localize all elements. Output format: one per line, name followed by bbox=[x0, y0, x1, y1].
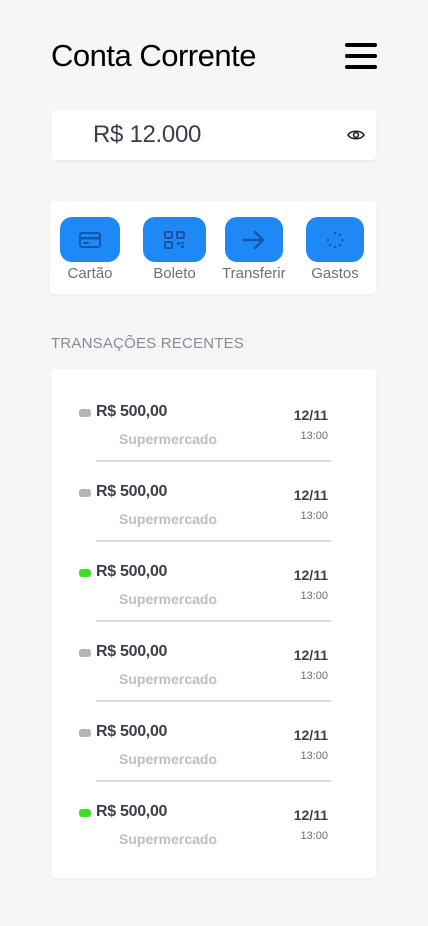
balance-card: R$ 12.000 bbox=[51, 110, 376, 160]
action-transferir[interactable]: Transferir bbox=[222, 217, 286, 282]
transaction-amount: R$ 500,00 bbox=[96, 723, 168, 740]
section-title-recent-transactions: TRANSAÇÕES RECENTES bbox=[51, 335, 244, 352]
transaction-time: 13:00 bbox=[300, 510, 328, 522]
status-indicator bbox=[79, 729, 91, 737]
transaction-time: 13:00 bbox=[300, 670, 328, 682]
status-indicator bbox=[79, 569, 91, 577]
transaction-merchant: Supermercado bbox=[119, 591, 218, 607]
transaction-amount: R$ 500,00 bbox=[96, 643, 168, 660]
action-boleto[interactable]: Boleto bbox=[143, 217, 206, 282]
transaction-amount: R$ 500,00 bbox=[96, 803, 168, 820]
transaction-row[interactable]: R$ 500,00 Supermercado 12/11 13:00 bbox=[78, 369, 331, 462]
transaction-time: 13:00 bbox=[300, 590, 328, 602]
transaction-time: 13:00 bbox=[300, 430, 328, 442]
arrow-right-icon[interactable] bbox=[224, 217, 283, 262]
transaction-merchant: Supermercado bbox=[119, 831, 218, 847]
status-indicator bbox=[79, 809, 91, 817]
transaction-row[interactable]: R$ 500,00 Supermercado 12/11 13:00 bbox=[78, 609, 331, 702]
transaction-amount: R$ 500,00 bbox=[96, 563, 168, 580]
transaction-date: 12/11 bbox=[293, 407, 328, 423]
transaction-merchant: Supermercado bbox=[119, 511, 218, 527]
transaction-merchant: Supermercado bbox=[119, 671, 218, 687]
action-cartao[interactable]: Cartão bbox=[60, 217, 120, 282]
balance-value: R$ 12.000 bbox=[93, 121, 202, 148]
transaction-row[interactable]: R$ 500,00 Supermercado 12/11 13:00 bbox=[78, 529, 331, 622]
status-indicator bbox=[79, 409, 91, 417]
status-indicator bbox=[79, 649, 91, 657]
header: Conta Corrente bbox=[51, 34, 377, 78]
action-gastos[interactable]: Gastos bbox=[306, 217, 364, 282]
transaction-amount: R$ 500,00 bbox=[96, 483, 168, 500]
status-indicator bbox=[79, 489, 91, 497]
transaction-time: 13:00 bbox=[300, 830, 328, 842]
transaction-row[interactable]: R$ 500,00 Supermercado 12/11 13:00 bbox=[78, 449, 331, 542]
transaction-row[interactable]: R$ 500,00 Supermercado 12/11 13:00 bbox=[78, 689, 331, 782]
action-label: Boleto bbox=[153, 265, 196, 282]
quick-actions: Cartão Boleto Transferir Gastos bbox=[50, 201, 376, 294]
transaction-date: 12/11 bbox=[293, 807, 328, 823]
eye-icon[interactable] bbox=[346, 125, 366, 145]
transactions-list: R$ 500,00 Supermercado 12/11 13:00 R$ 50… bbox=[51, 369, 376, 878]
transaction-date: 12/11 bbox=[293, 647, 328, 663]
loading-spinner-icon[interactable] bbox=[306, 217, 364, 262]
action-label: Gastos bbox=[311, 265, 359, 282]
page-title: Conta Corrente bbox=[51, 38, 256, 73]
qr-code-icon[interactable] bbox=[143, 217, 206, 262]
hamburger-menu-icon[interactable] bbox=[345, 40, 377, 72]
transaction-time: 13:00 bbox=[300, 750, 328, 762]
transaction-date: 12/11 bbox=[293, 727, 328, 743]
transaction-merchant: Supermercado bbox=[119, 431, 218, 447]
transaction-row[interactable]: R$ 500,00 Supermercado 12/11 13:00 bbox=[78, 769, 331, 849]
card-icon[interactable] bbox=[60, 217, 120, 262]
action-label: Cartão bbox=[67, 265, 113, 282]
action-label: Transferir bbox=[222, 265, 286, 282]
transaction-merchant: Supermercado bbox=[119, 751, 218, 767]
transaction-date: 12/11 bbox=[293, 567, 328, 583]
transaction-amount: R$ 500,00 bbox=[96, 403, 168, 420]
transaction-date: 12/11 bbox=[293, 487, 328, 503]
